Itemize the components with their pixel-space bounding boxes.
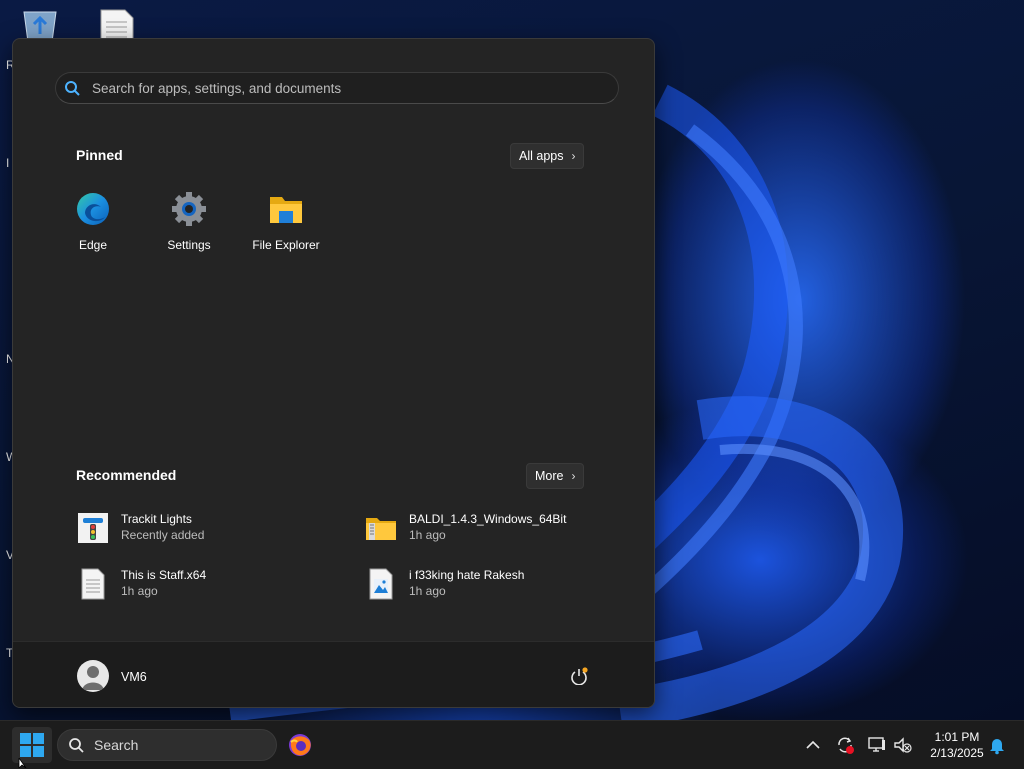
recommended-item[interactable]: BALDI_1.4.3_Windows_64Bit 1h ago bbox=[365, 510, 625, 550]
edge-icon bbox=[77, 193, 109, 225]
firefox-icon[interactable] bbox=[287, 732, 313, 758]
network-monitor-icon[interactable] bbox=[867, 735, 887, 755]
recommended-item-name: BALDI_1.4.3_Windows_64Bit bbox=[409, 512, 567, 526]
desktop-label-fragment: I bbox=[6, 156, 10, 170]
document-icon[interactable] bbox=[99, 8, 139, 43]
more-button[interactable]: More › bbox=[526, 463, 585, 489]
chevron-right-icon: › bbox=[571, 469, 576, 483]
start-search-input[interactable] bbox=[90, 77, 594, 99]
pinned-app-edge[interactable]: Edge bbox=[53, 191, 133, 252]
taskbar: Search 1:01 PM 2/13/2025 bbox=[0, 720, 1024, 769]
recommended-item-name: This is Staff.x64 bbox=[121, 568, 207, 582]
chevron-up-icon[interactable] bbox=[803, 735, 823, 755]
notification-bell-icon[interactable] bbox=[987, 735, 1007, 755]
pinned-title: Pinned bbox=[76, 147, 123, 163]
pinned-app-file-explorer[interactable]: File Explorer bbox=[246, 191, 326, 252]
folder-icon bbox=[270, 197, 302, 223]
recommended-item-detail: 1h ago bbox=[409, 584, 446, 598]
recommended-item-detail: 1h ago bbox=[121, 584, 158, 598]
recommended-item-detail: Recently added bbox=[121, 528, 205, 542]
all-apps-button[interactable]: All apps › bbox=[510, 143, 585, 169]
image-file-icon bbox=[369, 568, 393, 600]
start-menu: Pinned All apps › Edge bbox=[12, 38, 655, 708]
pinned-app-label: File Explorer bbox=[252, 238, 320, 252]
traffic-light-app-icon bbox=[78, 513, 108, 543]
taskbar-search[interactable]: Search bbox=[57, 729, 277, 761]
speaker-muted-icon[interactable] bbox=[893, 735, 913, 755]
start-search-box[interactable] bbox=[55, 72, 619, 104]
clock-time: 1:01 PM bbox=[934, 730, 980, 744]
recommended-item-detail: 1h ago bbox=[409, 528, 446, 542]
recommended-title: Recommended bbox=[76, 467, 177, 483]
file-icon bbox=[81, 568, 105, 600]
pinned-app-settings[interactable]: Settings bbox=[149, 191, 229, 252]
more-label: More bbox=[535, 469, 564, 483]
sync-update-icon[interactable] bbox=[835, 735, 855, 755]
power-icon[interactable] bbox=[570, 667, 588, 685]
mouse-cursor-icon bbox=[18, 758, 27, 768]
system-clock[interactable]: 1:01 PM 2/13/2025 bbox=[918, 729, 996, 761]
search-icon bbox=[65, 81, 80, 96]
search-icon bbox=[69, 738, 84, 753]
recommended-item[interactable]: i f33king hate Rakesh 1h ago bbox=[365, 566, 625, 606]
pinned-app-label: Settings bbox=[167, 238, 211, 252]
clock-date: 2/13/2025 bbox=[930, 746, 984, 760]
zip-folder-icon bbox=[366, 518, 396, 540]
all-apps-label: All apps bbox=[519, 149, 564, 163]
user-name[interactable]: VM6 bbox=[121, 670, 147, 684]
pinned-app-label: Edge bbox=[78, 238, 108, 252]
recycle-bin-icon[interactable] bbox=[20, 8, 60, 43]
user-avatar-icon bbox=[82, 666, 104, 690]
taskbar-search-label: Search bbox=[94, 737, 139, 753]
recommended-item-name: Trackit Lights bbox=[121, 512, 192, 526]
avatar[interactable] bbox=[77, 660, 109, 692]
chevron-right-icon: › bbox=[571, 149, 576, 163]
recommended-item[interactable]: This is Staff.x64 1h ago bbox=[77, 566, 337, 606]
settings-gear-icon bbox=[172, 192, 206, 226]
recommended-item[interactable]: Trackit Lights Recently added bbox=[77, 510, 337, 550]
user-bar: VM6 bbox=[13, 641, 654, 707]
recommended-item-name: i f33king hate Rakesh bbox=[409, 568, 525, 582]
